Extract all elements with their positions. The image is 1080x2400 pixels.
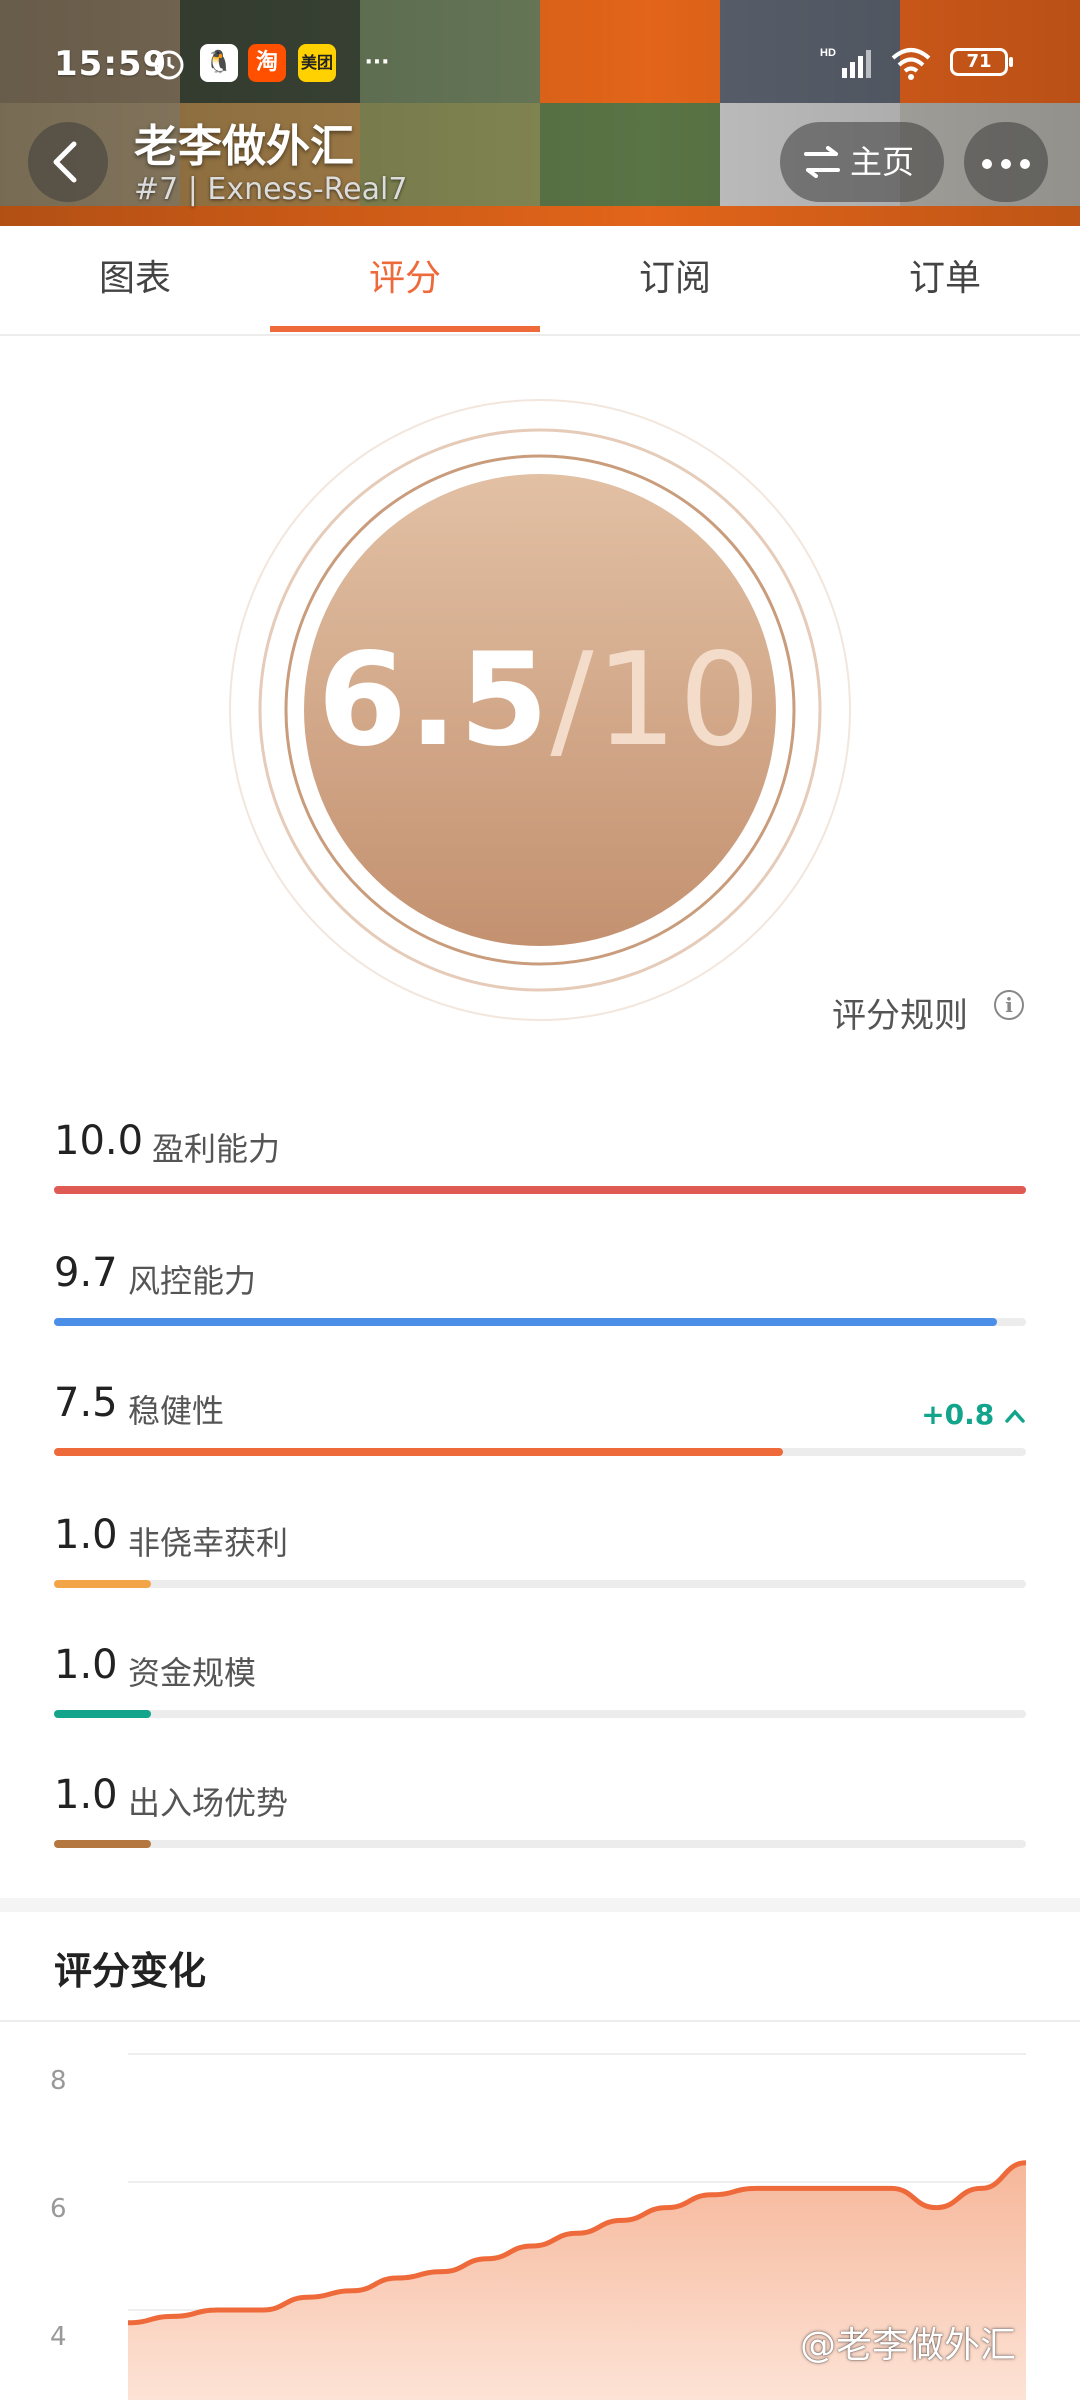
metric-row: 1.0 资金规模 <box>54 1642 1026 1752</box>
svg-text:HD: HD <box>820 47 836 59</box>
metric-value: 7.5 <box>54 1380 118 1426</box>
alarm-icon <box>150 44 188 82</box>
metric-row: 9.7 风控能力 <box>54 1250 1026 1360</box>
metric-value: 1.0 <box>54 1772 118 1818</box>
switch-icon <box>804 146 840 178</box>
watermark: @老李做外汇 <box>800 2325 1017 2366</box>
metric-bar-fill <box>54 1318 997 1326</box>
home-button-label: 主页 <box>850 143 915 181</box>
signal-icon: HD <box>820 44 880 82</box>
trader-account-info: #7 | Exness-Real7 <box>134 172 408 207</box>
qq-app-icon: 🐧 <box>200 44 238 82</box>
metric-row: 1.0 非侥幸获利 <box>54 1512 1026 1622</box>
metric-value: 1.0 <box>54 1512 118 1558</box>
metric-bar-fill <box>54 1710 152 1718</box>
metric-bar-track <box>54 1840 1026 1848</box>
taobao-app-icon: 淘 <box>248 44 286 82</box>
metric-value: 9.7 <box>54 1250 118 1296</box>
metric-label: 风控能力 <box>128 1262 257 1300</box>
more-notifications-icon: ··· <box>364 50 390 75</box>
metric-bar-track <box>54 1318 1026 1326</box>
dot <box>982 159 992 169</box>
metric-row: 10.0 盈利能力 <box>54 1118 1026 1228</box>
info-icon[interactable]: i <box>994 990 1024 1020</box>
section-divider <box>0 1898 1080 1912</box>
metric-row: 7.5 稳健性 +0.8 <box>54 1380 1026 1490</box>
active-tab-indicator <box>270 326 540 332</box>
chevron-up-icon <box>1005 1409 1025 1423</box>
back-button[interactable] <box>28 122 108 202</box>
metric-bar-track <box>54 1186 1026 1194</box>
score-change-value: +0.8 <box>921 1398 995 1431</box>
score-change-badge: +0.8 <box>921 1398 1026 1431</box>
tab-orders[interactable]: 订单 <box>810 226 1080 334</box>
metric-value: 10.0 <box>54 1118 144 1164</box>
metric-label: 稳健性 <box>128 1392 225 1430</box>
wifi-icon <box>890 44 931 82</box>
meituan-app-icon: 美团 <box>298 44 336 82</box>
metric-row: 1.0 出入场优势 <box>54 1772 1026 1882</box>
metric-bar-fill <box>54 1580 152 1588</box>
trader-header: 15:59 🐧 淘 美团 ··· HD 71 老李做外汇 #7 | Exness… <box>0 0 1080 226</box>
dot <box>1001 159 1011 169</box>
more-options-button[interactable] <box>964 122 1048 202</box>
score-rules-link[interactable]: 评分规则 <box>832 988 968 1037</box>
tab-bar: 图表 评分 订阅 订单 <box>0 226 1080 336</box>
score-max: /10 <box>550 626 763 775</box>
metric-bar-fill <box>54 1186 1026 1194</box>
tab-subscribe[interactable]: 订阅 <box>540 226 810 334</box>
metric-label: 出入场优势 <box>128 1784 289 1822</box>
metric-label: 盈利能力 <box>152 1130 281 1168</box>
score-value: 6.5 <box>317 626 551 775</box>
metric-bar-track <box>54 1580 1026 1588</box>
tab-chart[interactable]: 图表 <box>0 226 270 334</box>
dot <box>1020 159 1030 169</box>
tab-score[interactable]: 评分 <box>270 226 540 334</box>
back-arrow-icon <box>53 141 77 183</box>
battery-indicator: 71 <box>950 48 1013 76</box>
metric-bar-fill <box>54 1448 783 1456</box>
home-button[interactable]: 主页 <box>780 122 944 202</box>
metric-bar-track <box>54 1710 1026 1718</box>
score-history-title: 评分变化 <box>54 1949 207 1993</box>
metric-label: 非侥幸获利 <box>128 1524 289 1562</box>
status-bar: 15:59 🐧 淘 美团 ··· HD 71 <box>0 36 1080 92</box>
overall-score: 6.5/10 <box>220 626 860 775</box>
trader-name: 老李做外汇 <box>134 121 354 172</box>
metric-bar-track <box>54 1448 1026 1456</box>
metric-label: 资金规模 <box>128 1654 257 1692</box>
metric-value: 1.0 <box>54 1642 118 1688</box>
metric-bar-fill <box>54 1840 152 1848</box>
